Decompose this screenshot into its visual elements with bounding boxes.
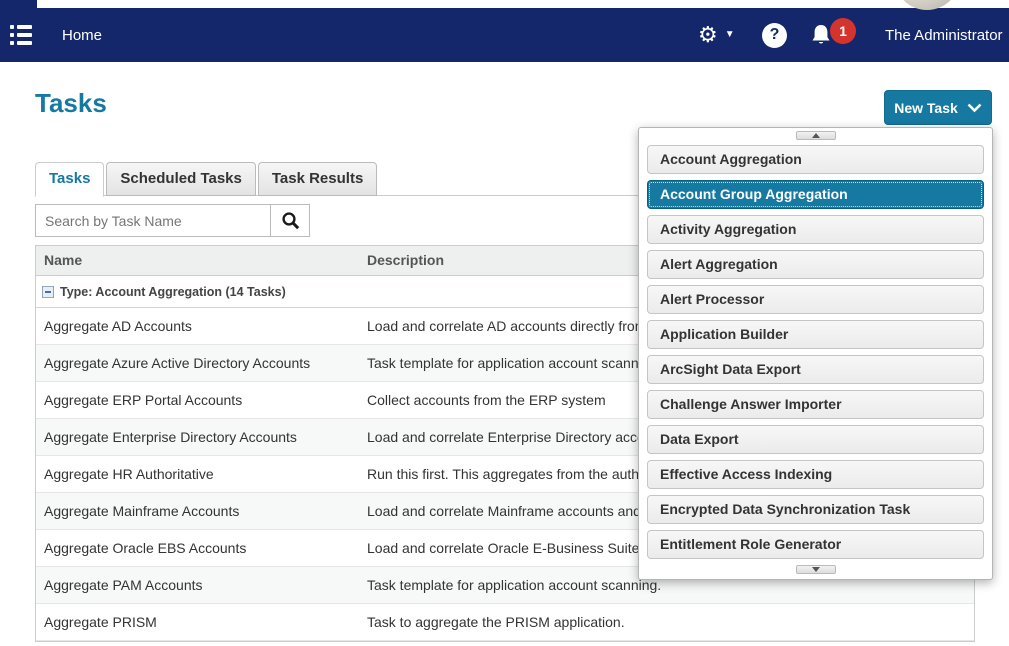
task-name[interactable]: Aggregate PAM Accounts [36, 577, 359, 593]
collapse-icon[interactable] [42, 286, 54, 298]
menu-item-activity-aggregation[interactable]: Activity Aggregation [647, 215, 984, 244]
search-button[interactable] [271, 204, 310, 237]
new-task-button[interactable]: New Task [884, 90, 992, 125]
task-name[interactable]: Aggregate ERP Portal Accounts [36, 392, 359, 408]
chevron-down-icon [967, 103, 982, 113]
tab-task-results-label: Task Results [272, 170, 363, 187]
bell-icon [810, 24, 832, 47]
task-description: Task to aggregate the PRISM application. [359, 614, 974, 630]
help-button[interactable]: ? [762, 8, 787, 62]
search-input[interactable] [35, 204, 271, 237]
task-tabs: Tasks Scheduled Tasks Task Results [35, 162, 379, 196]
task-name[interactable]: Aggregate Oracle EBS Accounts [36, 540, 359, 556]
tab-scheduled-tasks-label: Scheduled Tasks [120, 170, 241, 187]
user-menu-button[interactable]: The Administrator ▼ [885, 8, 1009, 62]
nav-home-label: Home [62, 27, 102, 44]
scroll-up-button[interactable] [796, 131, 836, 140]
menu-item-account-aggregation[interactable]: Account Aggregation [647, 145, 984, 174]
tab-task-results[interactable]: Task Results [258, 162, 377, 196]
scroll-down-icon [812, 567, 820, 572]
chevron-down-icon: ▼ [725, 30, 735, 40]
task-name[interactable]: Aggregate Mainframe Accounts [36, 503, 359, 519]
top-navbar: Home ⚙ ▼ ? 1 The Administrator ▼ [0, 8, 1009, 62]
task-name[interactable]: Aggregate Azure Active Directory Account… [36, 355, 359, 371]
main-menu-button[interactable] [10, 8, 32, 62]
menu-item-application-builder[interactable]: Application Builder [647, 320, 984, 349]
menu-item-challenge-answer-importer[interactable]: Challenge Answer Importer [647, 390, 984, 419]
menu-item-account-group-aggregation[interactable]: Account Group Aggregation [647, 180, 984, 209]
column-header-name[interactable]: Name [36, 246, 359, 275]
notifications-button[interactable]: 1 [810, 8, 832, 62]
group-row-label: Type: Account Aggregation (14 Tasks) [60, 285, 286, 299]
settings-menu-button[interactable]: ⚙ ▼ [698, 8, 735, 62]
scroll-down-button[interactable] [796, 565, 836, 574]
task-name[interactable]: Aggregate PRISM [36, 614, 359, 630]
menu-item-entitlement-role-generator[interactable]: Entitlement Role Generator [647, 530, 984, 559]
page-title: Tasks [35, 88, 107, 119]
task-name[interactable]: Aggregate Enterprise Directory Accounts [36, 429, 359, 445]
task-name[interactable]: Aggregate AD Accounts [36, 318, 359, 334]
menu-item-encrypted-data-synchronization-task[interactable]: Encrypted Data Synchronization Task [647, 495, 984, 524]
help-icon: ? [762, 23, 787, 48]
new-task-label: New Task [894, 100, 958, 116]
nav-home-link[interactable]: Home [62, 8, 102, 62]
scroll-up-icon [812, 133, 820, 138]
new-task-dropdown-menu: Account Aggregation Account Group Aggreg… [638, 127, 993, 580]
table-row[interactable]: Aggregate PRISM Task to aggregate the PR… [36, 604, 974, 641]
notification-badge: 1 [830, 18, 856, 44]
tab-tasks[interactable]: Tasks [35, 162, 104, 197]
task-name[interactable]: Aggregate HR Authoritative [36, 466, 359, 482]
menu-item-alert-processor[interactable]: Alert Processor [647, 285, 984, 314]
menu-item-effective-access-indexing[interactable]: Effective Access Indexing [647, 460, 984, 489]
menu-item-data-export[interactable]: Data Export [647, 425, 984, 454]
hamburger-menu-icon [10, 25, 32, 45]
tab-tasks-label: Tasks [49, 170, 90, 187]
tab-scheduled-tasks[interactable]: Scheduled Tasks [106, 162, 255, 196]
search-icon [281, 211, 300, 230]
menu-item-arcsight-data-export[interactable]: ArcSight Data Export [647, 355, 984, 384]
gear-icon: ⚙ [698, 24, 718, 46]
user-name-label: The Administrator [885, 27, 1003, 44]
menu-item-alert-aggregation[interactable]: Alert Aggregation [647, 250, 984, 279]
